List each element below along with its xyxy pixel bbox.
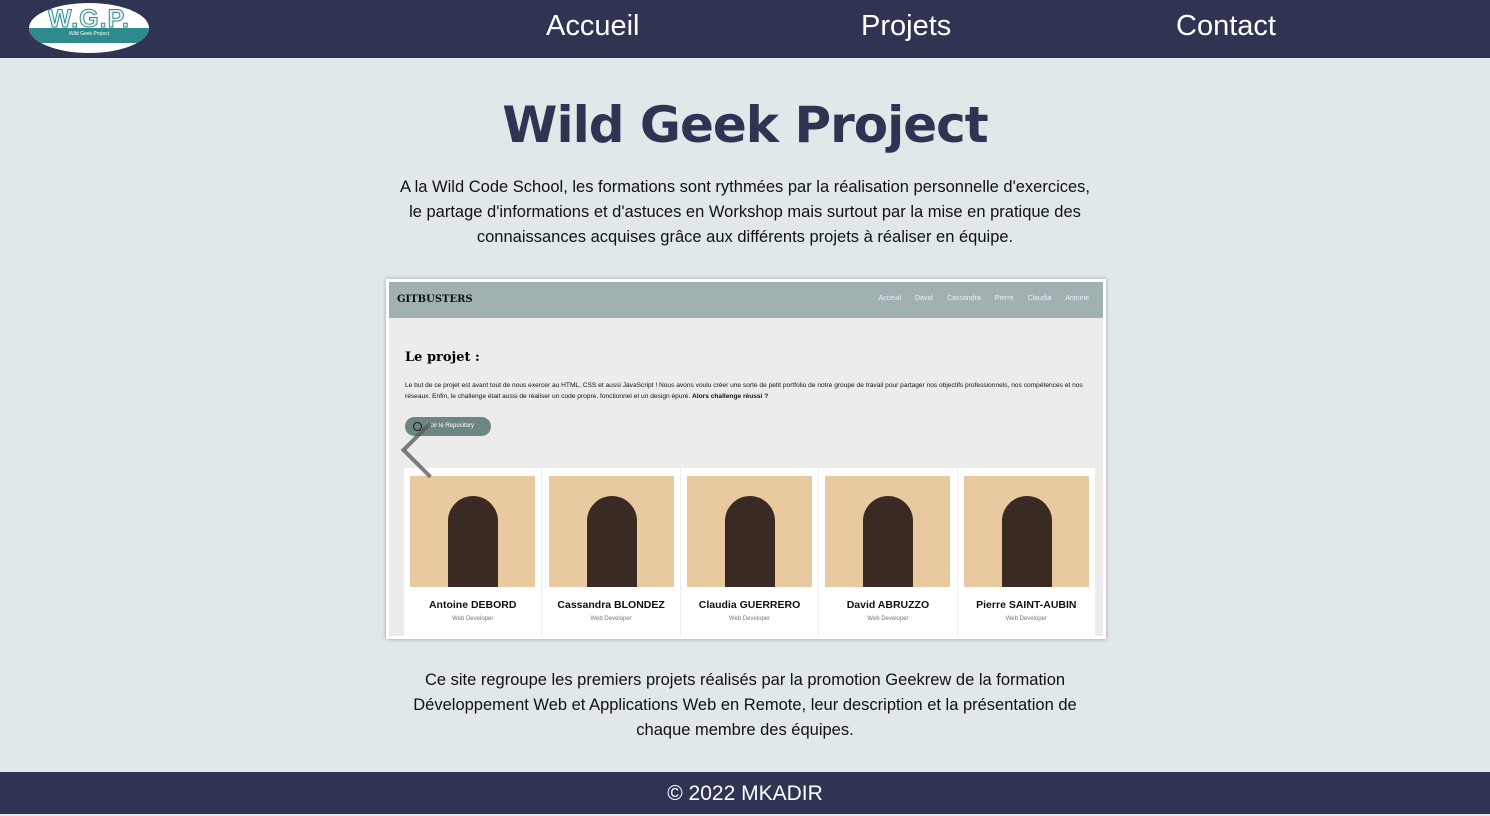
nav-projets[interactable]: Projets (861, 10, 951, 43)
project-description: Le but de ce projet est avant tout de no… (405, 382, 1083, 400)
footer: © 2022 MKADIR (0, 772, 1490, 814)
outro-text: Ce site regroupe les premiers projets ré… (413, 671, 1077, 739)
member-card: David ABRUZZO Web Developer (819, 468, 958, 636)
intro-text: A la Wild Code School, les formations so… (399, 178, 1091, 246)
page-title: Wild Geek Project (502, 96, 988, 154)
member-photo (963, 476, 1089, 587)
member-photo (687, 476, 813, 587)
project-carousel: GITBUSTERS Acceuil David Cassandra Pierre Cl… (386, 279, 1106, 639)
member-card: Pierre SAINT-AUBIN Web Developer (958, 468, 1097, 636)
member-photo (825, 476, 951, 587)
project-heading: Le projet : (405, 350, 480, 365)
nav-contact[interactable]: Contact (1176, 10, 1276, 43)
member-card: Claudia GUERRERO Web Developer (681, 468, 820, 636)
member-card: Cassandra BLONDEZ Web Developer (542, 468, 681, 636)
logo[interactable]: W.G.P. Wild Geek Project (29, 3, 149, 53)
header: W.G.P. Wild Geek Project Accueil Projets… (0, 0, 1490, 58)
member-card: Antoine DEBORD Web Developer (404, 468, 543, 636)
member-photo (410, 476, 536, 587)
project-brand: GITBUSTERS (397, 294, 473, 305)
nav-accueil[interactable]: Accueil (546, 10, 640, 43)
team-cards: Antoine DEBORD Web Developer Cassandra BL… (404, 468, 1097, 636)
member-photo (548, 476, 674, 587)
project-nav: Acceuil David Cassandra Pierre Claudia Antoin… (878, 295, 1089, 302)
